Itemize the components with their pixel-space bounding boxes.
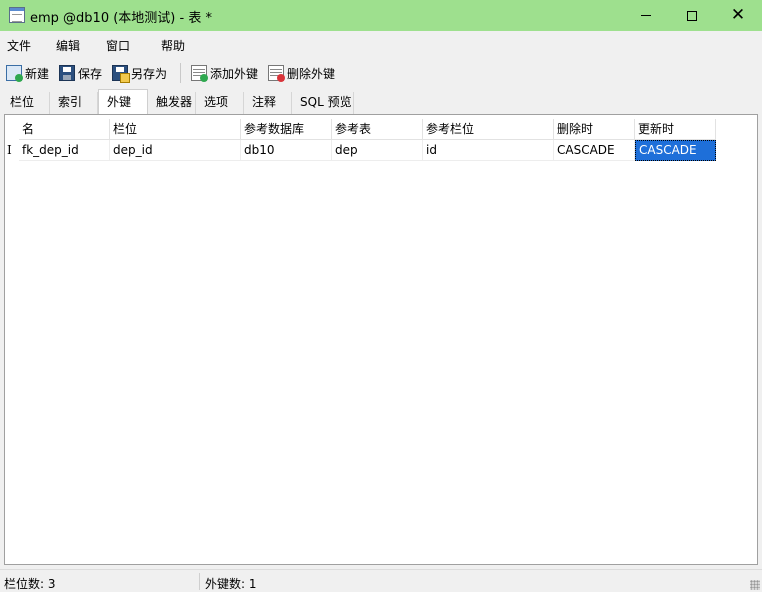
column-header-ref-table[interactable]: 参考表 (332, 119, 423, 140)
maximize-button[interactable] (669, 0, 715, 31)
tab-options[interactable]: 选项 (196, 92, 244, 114)
tab-sql-preview[interactable]: SQL 预览 (292, 92, 354, 114)
window-title: emp @db10 (本地测试) - 表 * (30, 11, 212, 26)
add-foreign-key-label: 添加外键 (210, 66, 259, 81)
save-as-button-label: 另存为 (131, 66, 168, 81)
table-cell-ref-table[interactable]: dep (332, 140, 423, 161)
status-divider (199, 573, 200, 590)
table-cell-name[interactable]: fk_dep_id (19, 140, 110, 161)
add-foreign-key-button[interactable]: 添加外键 (191, 64, 258, 82)
table-cell-ref-field[interactable]: id (423, 140, 554, 161)
save-as-icon (112, 65, 130, 83)
menu-help[interactable]: 帮助 (161, 37, 185, 54)
tab-bar: 栏位 索引 外键 触发器 选项 注释 SQL 预览 (0, 89, 762, 115)
new-button-label: 新建 (25, 66, 50, 81)
close-button[interactable]: ✕ (715, 0, 761, 31)
column-header-on-update[interactable]: 更新时 (635, 119, 716, 140)
tab-fields[interactable]: 栏位 (2, 92, 50, 114)
tab-foreign-keys[interactable]: 外键 (98, 89, 148, 115)
status-field-count: 栏位数: 3 (4, 577, 56, 591)
new-button[interactable]: 新建 (6, 64, 49, 82)
maximize-icon (687, 10, 697, 21)
minimize-icon (641, 15, 651, 16)
save-as-button[interactable]: 另存为 (112, 64, 168, 83)
toolbar: 新建 保存 另存为 添加外键 删除外键 (0, 57, 762, 89)
tab-comments[interactable]: 注释 (244, 92, 292, 114)
row-cursor-indicator: I (7, 143, 12, 157)
table-window-icon (9, 7, 25, 23)
column-header-ref-database[interactable]: 参考数据库 (241, 119, 332, 140)
save-button-label: 保存 (78, 66, 103, 81)
delete-foreign-key-button[interactable]: 删除外键 (268, 64, 335, 82)
column-header-ref-field[interactable]: 参考栏位 (423, 119, 554, 140)
table-cell-on-delete[interactable]: CASCADE (554, 140, 635, 161)
tab-triggers[interactable]: 触发器 (148, 92, 196, 114)
save-button[interactable]: 保存 (59, 64, 102, 82)
status-bar: 栏位数: 3 外键数: 1 (0, 569, 762, 592)
menu-file[interactable]: 文件 (7, 37, 31, 54)
menu-window[interactable]: 窗口 (106, 37, 130, 54)
tab-indexes[interactable]: 索引 (50, 92, 98, 114)
menu-bar: 文件 编辑 窗口 帮助 (0, 31, 762, 57)
delete-foreign-key-label: 删除外键 (287, 66, 336, 81)
resize-grip-icon[interactable] (750, 580, 760, 590)
column-header-field[interactable]: 栏位 (110, 119, 241, 140)
status-foreign-key-count: 外键数: 1 (205, 577, 257, 591)
table-cell-ref-database[interactable]: db10 (241, 140, 332, 161)
save-icon (59, 65, 75, 81)
column-header-name[interactable]: 名 (19, 119, 110, 140)
close-icon: ✕ (730, 5, 746, 25)
delete-foreign-key-icon (268, 65, 285, 82)
toolbar-separator (180, 63, 181, 83)
menu-edit[interactable]: 编辑 (56, 37, 80, 54)
foreign-key-grid[interactable]: 名 栏位 参考数据库 参考表 参考栏位 删除时 更新时 I fk_dep_id … (4, 114, 758, 565)
table-cell-field[interactable]: dep_id (110, 140, 241, 161)
table-cell-on-update[interactable]: CASCADE (635, 140, 716, 161)
title-bar[interactable]: emp @db10 (本地测试) - 表 * ✕ (0, 0, 762, 31)
minimize-button[interactable] (623, 0, 669, 31)
new-table-icon (6, 65, 23, 82)
add-foreign-key-icon (191, 65, 208, 82)
column-header-on-delete[interactable]: 删除时 (554, 119, 635, 140)
